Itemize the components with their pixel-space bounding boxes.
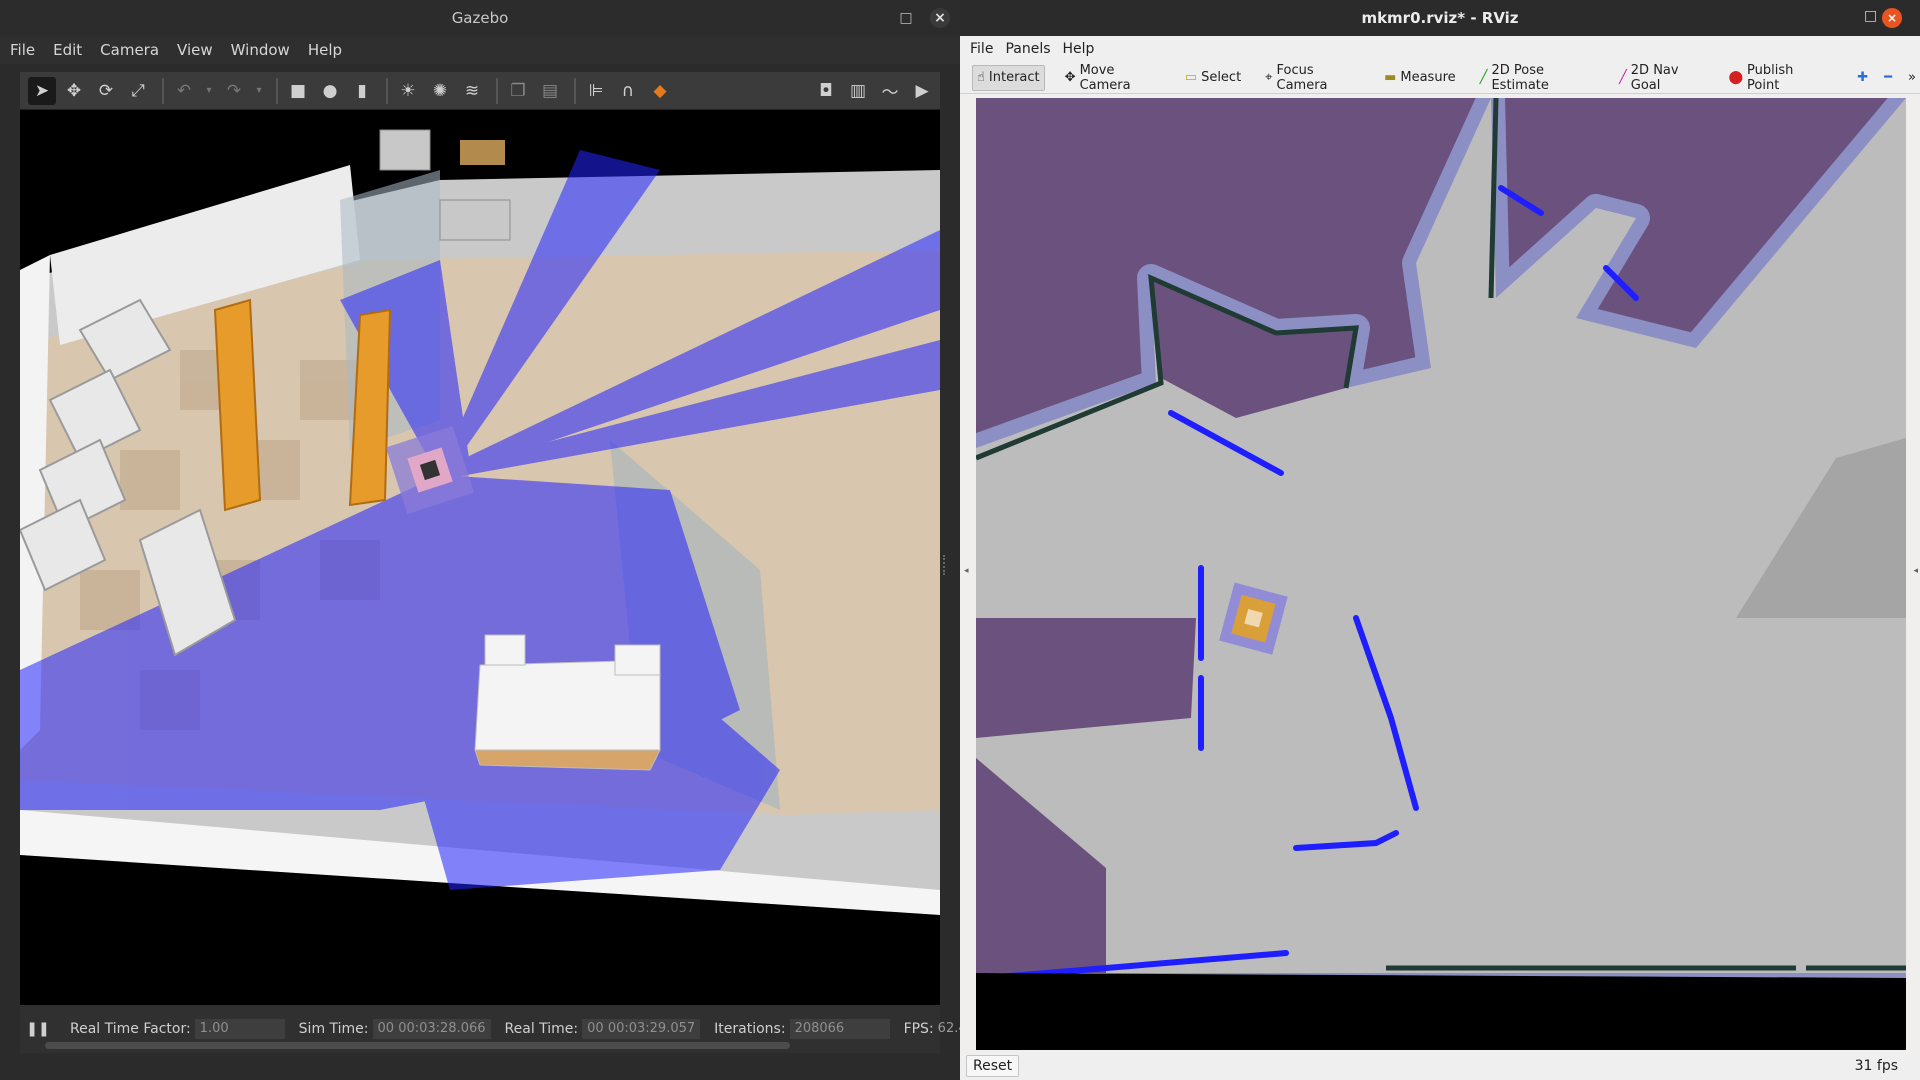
tool-label: Interact	[988, 70, 1040, 85]
cylinder-icon[interactable]: ▮	[348, 77, 376, 105]
align-icon[interactable]: ⊫	[582, 77, 610, 105]
spot-light-icon[interactable]: ✺	[426, 77, 454, 105]
rviz-window: mkmr0.rviz* - RViz □ × File Panels Help …	[960, 0, 1920, 1080]
copy-icon[interactable]: ❐	[504, 77, 532, 105]
select-arrow-icon[interactable]: ➤	[28, 76, 56, 105]
real-time-factor-label: Real Time Factor:	[70, 1021, 191, 1037]
toolbar-divider	[574, 77, 576, 104]
menu-window[interactable]: Window	[231, 41, 290, 59]
horizontal-scrollbar[interactable]	[45, 1042, 790, 1049]
gazebo-3d-viewport[interactable]	[20, 110, 940, 1005]
move-camera-tool[interactable]: ✥ Move Camera	[1061, 62, 1165, 93]
focus-camera-icon: ⌖	[1265, 70, 1273, 85]
publish-point-icon: ⬤	[1728, 70, 1744, 85]
paste-icon[interactable]: ▤	[536, 77, 564, 105]
undo-icon[interactable]: ↶	[170, 77, 198, 105]
occupancy-map	[976, 98, 1906, 1050]
gazebo-window: Gazebo □ × File Edit Camera View Window …	[0, 0, 975, 1080]
scale-icon[interactable]: ⤢	[124, 77, 152, 105]
gazebo-toolbar: ➤ ✥ ⟳ ⤢ ↶ ▾ ↷ ▾ ■ ● ▮ ☀ ✺ ≋ ❐ ▤ ⊫ ∩ ◆ ◘ …	[20, 72, 940, 110]
splitter-handle[interactable]	[943, 555, 949, 575]
measure-icon: ▬	[1384, 70, 1397, 85]
screenshot-icon[interactable]: ◘	[812, 77, 840, 105]
tool-label: Focus Camera	[1276, 62, 1328, 93]
interact-icon: ☝	[977, 70, 985, 85]
select-icon: ▭	[1184, 70, 1198, 85]
redo-icon[interactable]: ↷	[220, 77, 248, 105]
close-icon[interactable]: ×	[930, 8, 950, 28]
gazebo-titlebar: Gazebo □ ×	[0, 0, 960, 36]
rviz-title: mkmr0.rviz* - RViz	[1361, 9, 1519, 27]
right-dock-handle-icon[interactable]: ◂	[1913, 566, 1918, 576]
fps-label: FPS:	[903, 1021, 934, 1037]
publish-point-tool[interactable]: ⬤ Publish Point	[1724, 62, 1825, 93]
sphere-icon[interactable]: ●	[316, 77, 344, 105]
remove-tool-icon[interactable]: ━	[1880, 65, 1896, 91]
measure-tool[interactable]: ▬ Measure	[1380, 65, 1460, 91]
gazebo-title: Gazebo	[451, 9, 509, 27]
real-time-factor-value: 1.00	[194, 1019, 285, 1039]
video-record-icon[interactable]: ▶	[908, 77, 936, 105]
toolbar-divider	[162, 77, 164, 104]
log-icon[interactable]: ▥	[844, 77, 872, 105]
add-tool-icon[interactable]: ✚	[1853, 65, 1872, 91]
tool-label: Measure	[1400, 70, 1456, 85]
tool-label: 2D Nav Goal	[1630, 62, 1679, 93]
left-dock-handle-icon[interactable]: ◂	[964, 566, 969, 576]
menu-help[interactable]: Help	[308, 41, 342, 59]
directional-light-icon[interactable]: ≋	[458, 77, 486, 105]
chevron-down-icon[interactable]: ▾	[252, 77, 266, 105]
focus-camera-tool[interactable]: ⌖ Focus Camera	[1261, 62, 1364, 93]
chevron-down-icon[interactable]: ▾	[202, 77, 216, 105]
sim-time-value: 00 00:03:28.066	[372, 1019, 491, 1039]
rviz-statusbar: Reset 31 fps	[960, 1052, 1920, 1080]
menu-edit[interactable]: Edit	[53, 41, 82, 59]
iterations-value: 208066	[789, 1019, 890, 1039]
close-icon[interactable]: ×	[1882, 8, 1902, 28]
menu-view[interactable]: View	[177, 41, 213, 59]
point-light-icon[interactable]: ☀	[394, 77, 422, 105]
pose-estimate-icon: ╱	[1479, 70, 1488, 85]
rviz-3d-viewport[interactable]	[976, 98, 1906, 1050]
toolbar-divider	[276, 77, 278, 104]
maximize-icon[interactable]: □	[1864, 8, 1877, 24]
fps-readout: 31 fps	[1854, 1058, 1898, 1074]
real-time-value: 00 00:03:29.057	[582, 1019, 701, 1039]
tool-label: 2D Pose Estimate	[1491, 62, 1549, 93]
snap-icon[interactable]: ∩	[614, 77, 642, 105]
menu-file[interactable]: File	[10, 41, 35, 59]
pause-icon[interactable]: ❚❚	[20, 1017, 56, 1041]
move-camera-icon: ✥	[1064, 70, 1076, 85]
toolbar-divider	[496, 77, 498, 104]
tool-label: Publish Point	[1747, 62, 1794, 93]
tool-label: Select	[1201, 70, 1242, 85]
sim-time-label: Sim Time:	[298, 1021, 369, 1037]
nav-goal-tool[interactable]: ╱ 2D Nav Goal	[1615, 62, 1709, 93]
plot-icon[interactable]: 〜	[876, 77, 904, 105]
reset-button[interactable]: Reset	[966, 1055, 1020, 1077]
menu-file[interactable]: File	[970, 41, 993, 57]
menu-camera[interactable]: Camera	[100, 41, 159, 59]
pose-estimate-tool[interactable]: ╱ 2D Pose Estimate	[1476, 62, 1599, 93]
interact-tool[interactable]: ☝ Interact	[972, 64, 1045, 91]
gazebo-scene	[20, 110, 940, 1005]
toolbar-divider	[386, 77, 388, 104]
view-angle-icon[interactable]: ◆	[646, 77, 674, 105]
iterations-label: Iterations:	[714, 1021, 786, 1037]
rviz-titlebar: mkmr0.rviz* - RViz □ ×	[960, 0, 1920, 36]
rotate-icon[interactable]: ⟳	[92, 77, 120, 105]
gazebo-menubar: File Edit Camera View Window Help	[0, 36, 960, 64]
menu-help[interactable]: Help	[1063, 41, 1095, 57]
tool-label: Move Camera	[1079, 62, 1131, 93]
overflow-icon[interactable]: »	[1904, 65, 1920, 91]
nav-goal-icon: ╱	[1618, 70, 1627, 85]
maximize-icon[interactable]: □	[896, 8, 916, 28]
translate-icon[interactable]: ✥	[60, 77, 88, 105]
box-icon[interactable]: ■	[284, 77, 312, 105]
real-time-label: Real Time:	[504, 1021, 579, 1037]
rviz-menubar: File Panels Help	[960, 36, 1920, 62]
menu-panels[interactable]: Panels	[1005, 41, 1050, 57]
select-tool[interactable]: ▭ Select	[1181, 65, 1245, 91]
rviz-toolbar: ☝ Interact ✥ Move Camera ▭ Select ⌖ Focu…	[960, 62, 1920, 94]
